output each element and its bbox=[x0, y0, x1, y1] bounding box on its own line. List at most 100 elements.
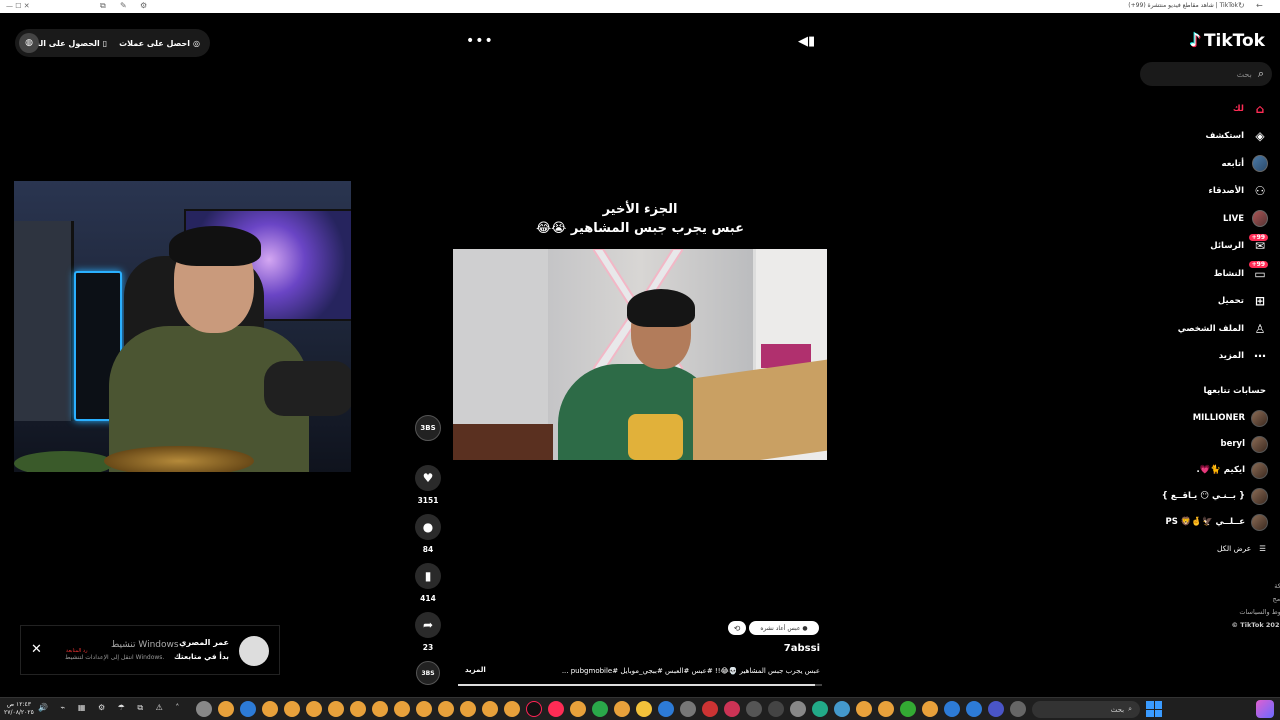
video-progress-bar[interactable] bbox=[458, 684, 822, 686]
account-name: { بــنـي 😶 يـاقــع } bbox=[1161, 491, 1245, 501]
chrome-app-icon[interactable] bbox=[328, 701, 344, 717]
settings-app-icon[interactable] bbox=[196, 701, 212, 717]
folder-app-icon[interactable] bbox=[636, 701, 652, 717]
sidebar-item-messages[interactable]: ✉ الرسائل 99+ bbox=[1148, 233, 1268, 261]
following-account[interactable]: ايكيم 🐈💗. bbox=[1148, 457, 1268, 483]
extensions-icon[interactable]: ⧉ bbox=[100, 1, 106, 11]
close-icon[interactable]: ✕ bbox=[31, 642, 42, 657]
view-all-button[interactable]: ☰ عرض الكل bbox=[1217, 544, 1266, 553]
edge-app-icon[interactable] bbox=[944, 701, 960, 717]
chrome-app-icon[interactable] bbox=[570, 701, 586, 717]
window-controls[interactable]: — ☐ ✕ bbox=[6, 2, 30, 10]
sidebar-item-label: الملف الشخصي bbox=[1177, 323, 1244, 334]
chrome-app-icon[interactable] bbox=[460, 701, 476, 717]
app-icon[interactable] bbox=[658, 701, 674, 717]
footer-link[interactable]: روط والسياسات bbox=[1194, 606, 1280, 619]
music-disc-avatar[interactable]: 3BS bbox=[416, 661, 440, 685]
app-icon[interactable] bbox=[702, 701, 718, 717]
app-icon[interactable] bbox=[966, 701, 982, 717]
chrome-app-icon[interactable] bbox=[416, 701, 432, 717]
repost-icon[interactable]: ⟲ bbox=[728, 621, 746, 635]
more-description-link[interactable]: المزيد bbox=[465, 666, 486, 674]
footer-link[interactable]: ركة bbox=[1194, 580, 1280, 593]
chrome-app-icon[interactable] bbox=[856, 701, 872, 717]
reload-icon[interactable]: ↻ bbox=[1238, 1, 1245, 10]
search-input[interactable]: ⌕ بحث bbox=[1140, 62, 1272, 86]
chrome-app-icon[interactable] bbox=[878, 701, 894, 717]
chrome-app-icon[interactable] bbox=[262, 701, 278, 717]
like-button[interactable]: ♥ 3151 bbox=[414, 465, 442, 505]
chrome-app-icon[interactable] bbox=[306, 701, 322, 717]
following-account[interactable]: عــلــي 🦅🤞🦁 PS bbox=[1148, 509, 1268, 535]
pin-icon[interactable]: ✎ bbox=[120, 1, 127, 10]
sidebar-item-friends[interactable]: ⚇ الأصدقاء bbox=[1148, 178, 1268, 206]
chrome-app-icon[interactable] bbox=[218, 701, 234, 717]
app-icon[interactable] bbox=[768, 701, 784, 717]
sidebar-item-live[interactable]: LIVE bbox=[1148, 205, 1268, 233]
settings-icon[interactable]: ⚙ bbox=[140, 1, 147, 10]
sidebar-item-for-you[interactable]: ⌂ لك bbox=[1148, 95, 1268, 123]
live-icon bbox=[1252, 210, 1268, 228]
tiktok-app-icon[interactable] bbox=[548, 701, 564, 717]
chrome-app-icon[interactable] bbox=[922, 701, 938, 717]
app-icon[interactable] bbox=[790, 701, 806, 717]
follow-notification-toast[interactable]: ✕ عمر المصري بدأ في متابعتك تنشيط Window… bbox=[20, 625, 280, 675]
windows-taskbar: ١٢:٤٣ ص ٢٧/٠٨/٢٠٢٥ 🔊 ⌁ ▦ ⚙ ☂ ⧉ ⚠ ˄ بحث ⌕ bbox=[0, 697, 1280, 720]
following-account[interactable]: beryl bbox=[1148, 431, 1268, 457]
search-icon[interactable]: ⌕ bbox=[1258, 67, 1264, 81]
taskbar-clock[interactable]: ١٢:٤٣ ص ٢٧/٠٨/٢٠٢٥ bbox=[4, 701, 34, 717]
copilot-icon[interactable] bbox=[1256, 700, 1274, 718]
app-icon[interactable] bbox=[834, 701, 850, 717]
video-player[interactable] bbox=[453, 249, 827, 460]
sidebar-item-explore[interactable]: ◈ استكشف bbox=[1148, 123, 1268, 151]
chrome-app-icon[interactable] bbox=[438, 701, 454, 717]
start-button[interactable] bbox=[1146, 701, 1162, 717]
sidebar-item-following[interactable]: أتابعه bbox=[1148, 150, 1268, 178]
volume-icon[interactable]: ◀▮ bbox=[798, 34, 815, 49]
more-options-icon[interactable]: ••• bbox=[466, 33, 494, 49]
following-account[interactable]: MILLIONER bbox=[1148, 405, 1268, 431]
creator-avatar[interactable]: 3BS bbox=[415, 415, 441, 441]
app-icon[interactable] bbox=[746, 701, 762, 717]
sidebar-item-label: المزيد bbox=[1218, 351, 1244, 362]
tiktok-app-icon[interactable] bbox=[526, 701, 542, 717]
sidebar-item-more[interactable]: ⋯ المزيد bbox=[1148, 343, 1268, 371]
following-section-title: حسابات تتابعها bbox=[1203, 386, 1267, 396]
chrome-app-icon[interactable] bbox=[372, 701, 388, 717]
system-tray[interactable]: 🔊 ⌁ ▦ ⚙ ☂ ⧉ ⚠ ˄ bbox=[38, 703, 184, 713]
sidebar-item-upload[interactable]: ⊞ تحميل bbox=[1148, 288, 1268, 316]
heart-icon: ♥ bbox=[422, 471, 434, 485]
save-button[interactable]: ▮ 414 bbox=[414, 563, 442, 603]
get-coins-button[interactable]: ◎ احصل على عملات bbox=[119, 39, 200, 48]
tab-title[interactable]: TikTok | شاهد مقاطع فيديو منتشرة (99+) bbox=[1128, 2, 1238, 9]
chrome-app-icon[interactable] bbox=[350, 701, 366, 717]
app-icon[interactable] bbox=[988, 701, 1004, 717]
follow-back-link[interactable]: رد المتابعة bbox=[66, 648, 88, 654]
upload-icon: ⊞ bbox=[1254, 294, 1266, 309]
messages-badge: 99+ bbox=[1248, 233, 1268, 241]
back-icon[interactable]: ← bbox=[1256, 1, 1263, 10]
chrome-app-icon[interactable] bbox=[394, 701, 410, 717]
sidebar-item-activity[interactable]: ▭ النشاط 99+ bbox=[1148, 260, 1268, 288]
video-author[interactable]: 7abssi bbox=[760, 643, 820, 654]
sidebar-item-profile[interactable]: ♙ الملف الشخصي bbox=[1148, 315, 1268, 343]
chrome-app-icon[interactable] bbox=[614, 701, 630, 717]
reposted-by-chip[interactable]: ● عبس أعاد نشره bbox=[749, 621, 819, 635]
app-icon[interactable] bbox=[1010, 701, 1026, 717]
following-account[interactable]: { بــنـي 😶 يـاقــع } bbox=[1148, 483, 1268, 509]
share-button[interactable]: ➦ 23 bbox=[414, 612, 442, 652]
app-icon[interactable] bbox=[900, 701, 916, 717]
taskbar-search[interactable]: بحث ⌕ bbox=[1032, 701, 1140, 718]
store-app-icon[interactable] bbox=[240, 701, 256, 717]
chrome-app-icon[interactable] bbox=[482, 701, 498, 717]
app-icon[interactable] bbox=[724, 701, 740, 717]
chrome-app-icon[interactable] bbox=[284, 701, 300, 717]
whatsapp-app-icon[interactable] bbox=[592, 701, 608, 717]
app-icon[interactable] bbox=[680, 701, 696, 717]
tiktok-logo[interactable]: ♪ TikTok bbox=[1189, 30, 1265, 51]
comment-button[interactable]: ● 84 bbox=[414, 514, 442, 554]
user-avatar[interactable]: ◍ bbox=[19, 33, 39, 53]
app-icon[interactable] bbox=[812, 701, 828, 717]
footer-link[interactable]: نامج bbox=[1194, 593, 1280, 606]
chrome-app-icon[interactable] bbox=[504, 701, 520, 717]
